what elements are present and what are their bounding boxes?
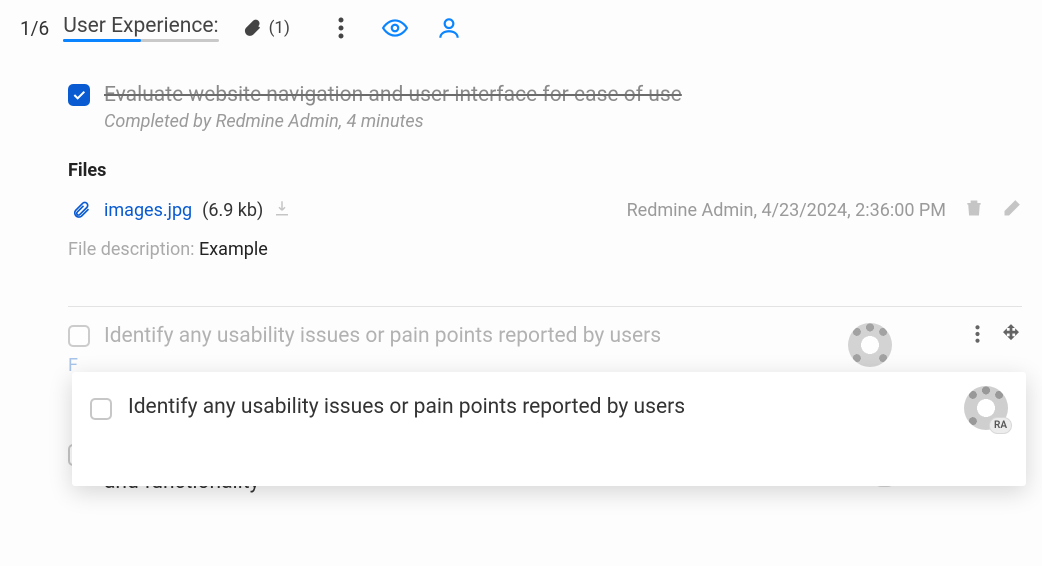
- file-description-label: File description:: [68, 239, 199, 260]
- person-icon[interactable]: [436, 15, 462, 41]
- more-icon[interactable]: [975, 324, 980, 348]
- file-meta-text: Redmine Admin, 4/23/2024, 2:36:00 PM: [627, 200, 946, 221]
- file-description: File description: Example: [68, 239, 1022, 260]
- checklist-item-dragging[interactable]: Identify any usability issues or pain po…: [72, 372, 1026, 486]
- section-title[interactable]: User Experience:: [63, 14, 218, 42]
- checklist-item-meta: Completed by Redmine Admin, 4 minutes: [104, 111, 1022, 132]
- checkbox-unchecked[interactable]: [68, 325, 90, 347]
- avatar-initials: RA: [989, 417, 1012, 434]
- checklist-item-completed: Evaluate website navigation and user int…: [68, 82, 1022, 132]
- file-row: images.jpg (6.9 kb) Redmine Admin, 4/23/…: [68, 195, 1022, 225]
- file-description-value: Example: [199, 239, 268, 260]
- trash-icon[interactable]: [964, 198, 984, 223]
- attachment-indicator[interactable]: (1): [239, 15, 290, 41]
- checklist-header: 1/6 User Experience: (1): [20, 4, 1022, 62]
- eye-icon[interactable]: [382, 15, 408, 41]
- avatar: RA: [964, 386, 1008, 430]
- title-underline-progress: [63, 39, 141, 42]
- drag-handle-icon[interactable]: [1000, 323, 1022, 349]
- file-size: (6.9 kb): [202, 200, 263, 221]
- checklist-item-title: Evaluate website navigation and user int…: [104, 82, 1022, 109]
- checklist-item-title: Identify any usability issues or pain po…: [104, 323, 661, 350]
- progress-counter: 1/6: [20, 17, 49, 40]
- files-section: Files images.jpg (6.9 kb) Redmine Admin,…: [68, 160, 1022, 260]
- paperclip-icon: [239, 15, 265, 41]
- more-menu-button[interactable]: [328, 15, 354, 41]
- checkbox-unchecked[interactable]: [90, 398, 112, 420]
- divider: [68, 306, 1022, 307]
- checklist-item-title: Identify any usability issues or pain po…: [128, 394, 948, 421]
- paperclip-icon: [68, 197, 94, 223]
- attachment-count: (1): [269, 18, 290, 38]
- checklist-item-ghost: Identify any usability issues or pain po…: [68, 323, 1022, 350]
- files-heading: Files: [68, 160, 1022, 181]
- download-icon[interactable]: [273, 199, 291, 222]
- file-name-link[interactable]: images.jpg: [104, 200, 192, 221]
- edit-icon[interactable]: [1002, 198, 1022, 223]
- checkbox-checked[interactable]: [68, 84, 90, 106]
- section-title-text: User Experience:: [63, 14, 218, 38]
